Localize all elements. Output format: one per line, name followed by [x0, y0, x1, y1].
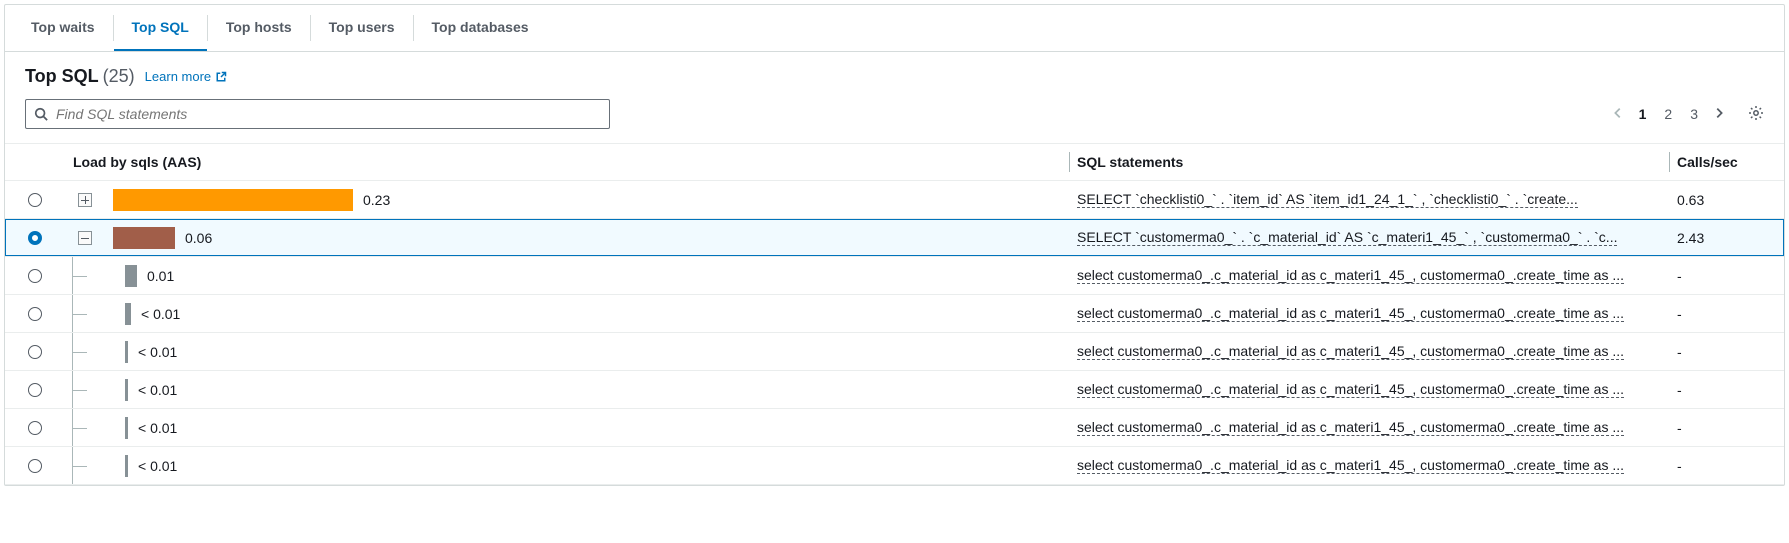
pagination: 123	[1613, 105, 1764, 124]
expand-button[interactable]	[78, 193, 92, 207]
load-value: 0.06	[185, 230, 212, 246]
load-cell: < 0.01	[105, 295, 1069, 332]
calls-per-sec: -	[1669, 409, 1784, 446]
collapse-button[interactable]	[78, 231, 92, 245]
tab-users[interactable]: Top users	[311, 5, 413, 51]
page-3[interactable]: 3	[1688, 104, 1700, 124]
load-value: < 0.01	[138, 382, 177, 398]
learn-more-link[interactable]: Learn more	[145, 69, 227, 84]
sql-statement[interactable]: select customerma0_.c_material_id as c_m…	[1077, 305, 1624, 322]
row-select-radio[interactable]	[28, 345, 42, 359]
load-bar	[125, 417, 128, 439]
load-cell: < 0.01	[105, 371, 1069, 408]
load-cell: < 0.01	[105, 333, 1069, 370]
table-row[interactable]: < 0.01 select customerma0_.c_material_id …	[5, 295, 1784, 333]
sql-statement[interactable]: select customerma0_.c_material_id as c_m…	[1077, 419, 1624, 436]
toolbar: 123	[5, 91, 1784, 143]
table-row[interactable]: < 0.01 select customerma0_.c_material_id …	[5, 409, 1784, 447]
search-icon	[34, 107, 48, 121]
table-row[interactable]: 0.23 SELECT `checklisti0_` . `item_id` AS…	[5, 181, 1784, 219]
row-select-radio[interactable]	[28, 307, 42, 321]
tabs: Top waitsTop SQLTop hostsTop usersTop da…	[5, 5, 1784, 52]
col-sql[interactable]: SQL statements	[1069, 144, 1669, 180]
top-sql-panel: Top waitsTop SQLTop hostsTop usersTop da…	[4, 4, 1785, 486]
tab-db[interactable]: Top databases	[414, 5, 547, 51]
load-bar	[125, 341, 128, 363]
load-cell: 0.06	[105, 219, 1069, 256]
table-header: Load by sqls (AAS) SQL statements Calls/…	[5, 143, 1784, 181]
page-next[interactable]	[1714, 106, 1724, 123]
table-body: 0.23 SELECT `checklisti0_` . `item_id` AS…	[5, 181, 1784, 485]
load-cell: < 0.01	[105, 409, 1069, 446]
row-select-radio[interactable]	[28, 193, 42, 207]
sql-statement[interactable]: SELECT `customerma0_` . `c_material_id` …	[1077, 229, 1617, 246]
load-bar	[125, 455, 128, 477]
load-bar	[113, 227, 175, 249]
tab-waits[interactable]: Top waits	[13, 5, 113, 51]
search-box[interactable]	[25, 99, 610, 129]
load-cell: < 0.01	[105, 447, 1069, 484]
sql-statement[interactable]: select customerma0_.c_material_id as c_m…	[1077, 343, 1624, 360]
sql-statement[interactable]: SELECT `checklisti0_` . `item_id` AS `it…	[1077, 191, 1578, 208]
load-value: 0.01	[147, 268, 174, 284]
calls-per-sec: 0.63	[1669, 181, 1784, 218]
row-select-radio[interactable]	[28, 383, 42, 397]
load-value: < 0.01	[141, 306, 180, 322]
table-row[interactable]: 0.06 SELECT `customerma0_` . `c_material_…	[5, 219, 1784, 257]
load-cell: 0.01	[105, 257, 1069, 294]
table-row[interactable]: 0.01 select customerma0_.c_material_id as…	[5, 257, 1784, 295]
table-row[interactable]: < 0.01 select customerma0_.c_material_id …	[5, 447, 1784, 485]
settings-button[interactable]	[1748, 105, 1764, 124]
calls-per-sec: -	[1669, 257, 1784, 294]
panel-header: Top SQL (25) Learn more	[5, 52, 1784, 91]
sql-statement[interactable]: select customerma0_.c_material_id as c_m…	[1077, 457, 1624, 474]
row-select-radio[interactable]	[28, 231, 42, 245]
page-title: Top SQL	[25, 66, 99, 87]
load-bar	[125, 303, 131, 325]
col-load[interactable]: Load by sqls (AAS)	[65, 144, 1069, 180]
load-value: 0.23	[363, 192, 390, 208]
result-count: (25)	[103, 66, 135, 87]
external-link-icon	[215, 71, 227, 83]
calls-per-sec: 2.43	[1669, 219, 1784, 256]
calls-per-sec: -	[1669, 333, 1784, 370]
learn-more-label: Learn more	[145, 69, 211, 84]
page-2[interactable]: 2	[1662, 104, 1674, 124]
load-cell: 0.23	[105, 181, 1069, 218]
load-bar	[113, 189, 353, 211]
calls-per-sec: -	[1669, 371, 1784, 408]
gear-icon	[1748, 105, 1764, 121]
search-input[interactable]	[56, 106, 601, 122]
table-row[interactable]: < 0.01 select customerma0_.c_material_id …	[5, 371, 1784, 409]
col-calls[interactable]: Calls/sec	[1669, 144, 1784, 180]
sql-statement[interactable]: select customerma0_.c_material_id as c_m…	[1077, 381, 1624, 398]
load-value: < 0.01	[138, 458, 177, 474]
row-select-radio[interactable]	[28, 459, 42, 473]
load-value: < 0.01	[138, 344, 177, 360]
load-value: < 0.01	[138, 420, 177, 436]
row-select-radio[interactable]	[28, 269, 42, 283]
page-prev[interactable]	[1613, 106, 1623, 123]
table-row[interactable]: < 0.01 select customerma0_.c_material_id …	[5, 333, 1784, 371]
tab-hosts[interactable]: Top hosts	[208, 5, 310, 51]
calls-per-sec: -	[1669, 447, 1784, 484]
tab-sql[interactable]: Top SQL	[114, 5, 207, 51]
page-1[interactable]: 1	[1637, 104, 1649, 124]
calls-per-sec: -	[1669, 295, 1784, 332]
load-bar	[125, 379, 128, 401]
row-select-radio[interactable]	[28, 421, 42, 435]
sql-statement[interactable]: select customerma0_.c_material_id as c_m…	[1077, 267, 1624, 284]
load-bar	[125, 265, 137, 287]
